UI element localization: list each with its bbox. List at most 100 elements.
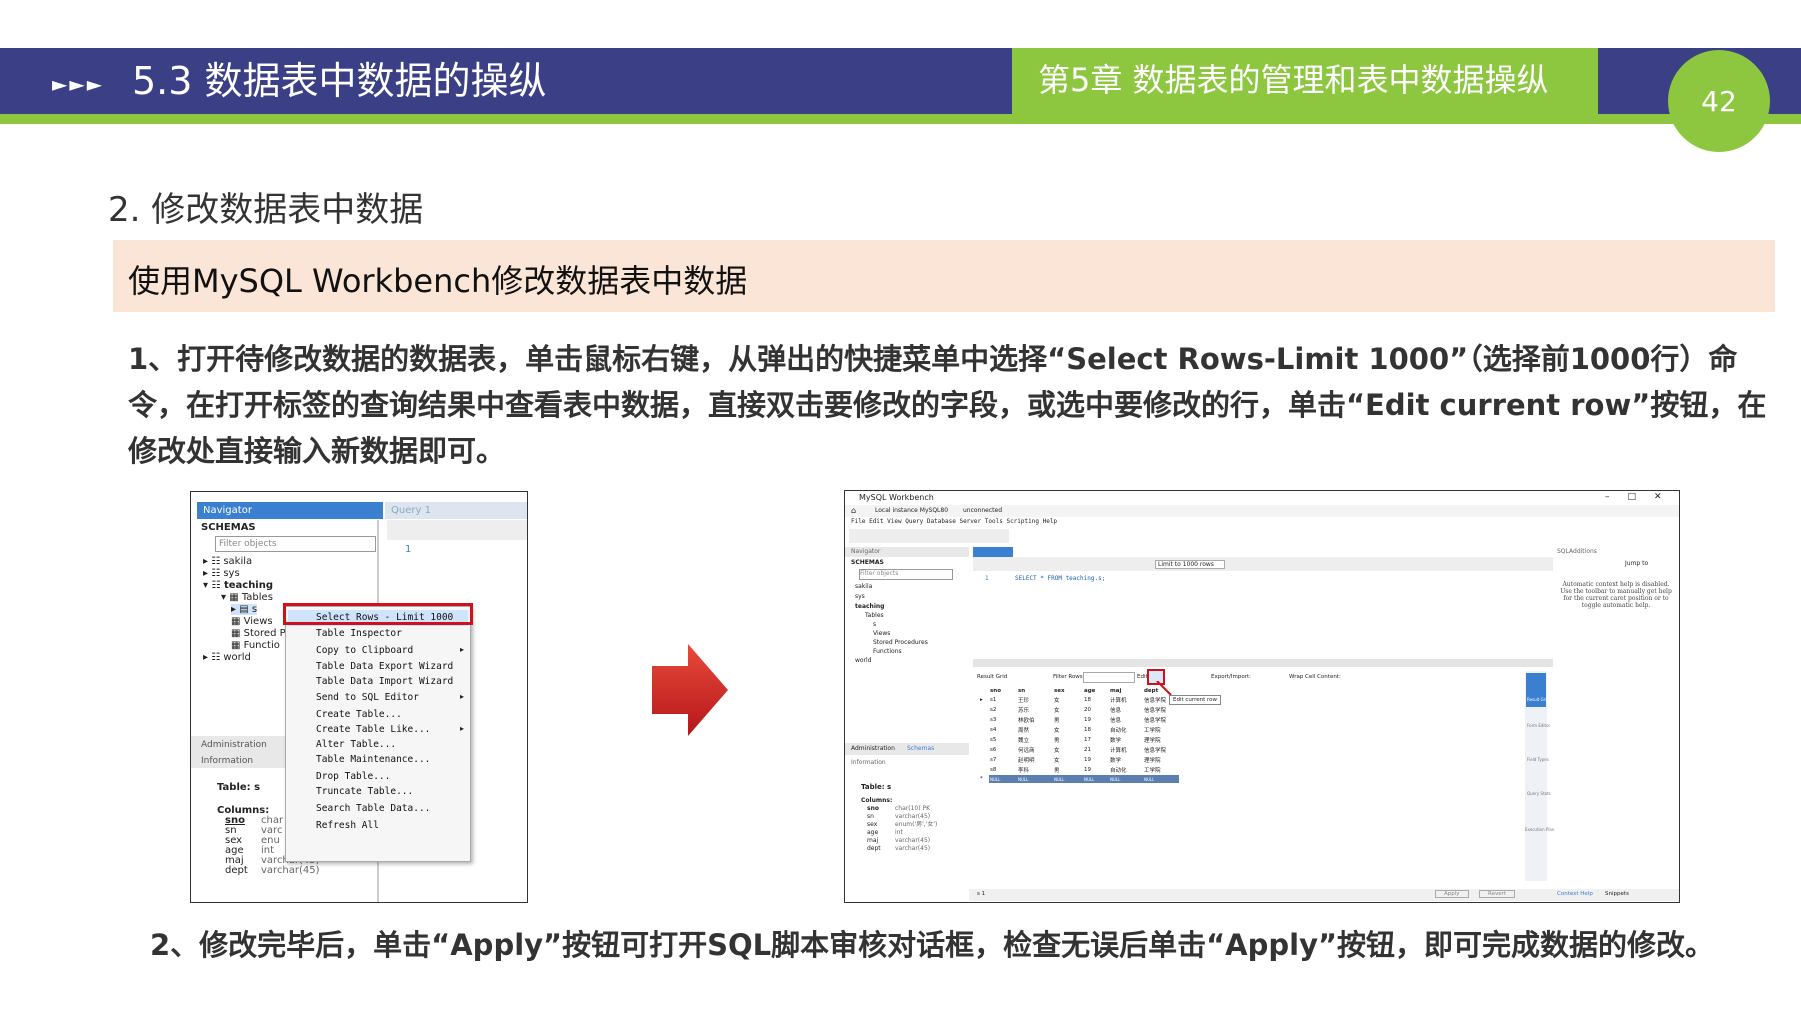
menu-item-copy-clipboard[interactable]: Copy to Clipboard (316, 645, 413, 656)
grid-cell[interactable]: 18 (1083, 725, 1109, 735)
tree-item-views[interactable]: Views (873, 630, 890, 637)
window-controls[interactable]: –□✕ (1605, 492, 1679, 502)
null-cell[interactable]: NULL (1083, 775, 1109, 783)
menu-item-create-table[interactable]: Create Table... (316, 709, 402, 720)
row-marker[interactable] (979, 725, 989, 735)
row-marker[interactable] (979, 755, 989, 765)
result-tab[interactable]: s 1 (977, 891, 985, 897)
grid-cell[interactable]: 数学 (1109, 755, 1143, 765)
menu-item-refresh-all[interactable]: Refresh All (316, 820, 379, 831)
grid-cell[interactable]: 工学院 (1143, 765, 1179, 775)
grid-cell[interactable]: 信息学院 (1143, 705, 1179, 715)
grid-cell[interactable]: 女 (1053, 705, 1083, 715)
grid-cell[interactable]: s1 (989, 695, 1017, 705)
side-tab-field-types[interactable]: Field Types (1527, 757, 1549, 762)
tree-item-world[interactable]: world (855, 657, 872, 664)
tree-item-sakila[interactable]: sakila (855, 583, 872, 590)
grid-cell[interactable]: 计算机 (1109, 745, 1143, 755)
grid-cell[interactable]: 女 (1053, 745, 1083, 755)
sql-text[interactable]: SELECT * FROM teaching.s; (1015, 575, 1105, 582)
grid-cell[interactable]: 理学院 (1143, 755, 1179, 765)
grid-cell[interactable]: 男 (1053, 715, 1083, 725)
apply-button[interactable]: Apply (1435, 890, 1469, 898)
table-row[interactable]: s6 何远商女 21 计算机 信息学院 (979, 745, 1179, 755)
grid-cell[interactable]: s5 (989, 735, 1017, 745)
grid-cell[interactable]: s3 (989, 715, 1017, 725)
grid-cell[interactable]: 信息学院 (1143, 695, 1179, 705)
menu-bar[interactable]: File Edit View Query Database Server Too… (851, 518, 1057, 525)
grid-cell[interactable]: 男 (1053, 735, 1083, 745)
menu-item-send-sql-editor[interactable]: Send to SQL Editor (316, 692, 419, 703)
tree-item-teaching[interactable]: ▾ ☷ teaching (203, 580, 273, 591)
tree-item-sys[interactable]: sys (855, 593, 865, 600)
tree-item-teaching[interactable]: teaching (855, 603, 884, 610)
row-marker[interactable] (979, 745, 989, 755)
grid-cell[interactable]: 17 (1083, 735, 1109, 745)
admin-tab[interactable]: Administration (201, 740, 267, 750)
grid-header-cell[interactable]: age (1083, 687, 1109, 695)
limit-rows-select[interactable]: Limit to 1000 rows (1155, 560, 1225, 569)
grid-cell[interactable]: 赵明明 (1017, 755, 1053, 765)
grid-header-cell[interactable]: maj (1109, 687, 1143, 695)
query-tab[interactable] (973, 547, 1013, 557)
tree-item-world[interactable]: ▸ ☷ world (203, 652, 251, 663)
table-row[interactable]: s2 苏乐女 20 信息 信息学院 (979, 705, 1179, 715)
grid-cell[interactable]: 自动化 (1109, 725, 1143, 735)
schemas-tab[interactable]: Schemas (907, 745, 934, 752)
table-row[interactable]: s7 赵明明女 19 数学 理学院 (979, 755, 1179, 765)
menu-item-search-table[interactable]: Search Table Data... (316, 803, 430, 814)
grid-header-cell[interactable]: sno (989, 687, 1017, 695)
side-tab-result-grid[interactable]: Result Grid (1526, 673, 1549, 707)
grid-cell[interactable]: 何远商 (1017, 745, 1053, 755)
side-tab-form-editor[interactable]: Form Editor (1527, 723, 1550, 728)
table-row[interactable]: ▸ s1 王珍女 18 计算机 信息学院 (979, 695, 1179, 705)
table-row[interactable]: s3 林欧伯男 19 信息 信息学院 (979, 715, 1179, 725)
null-cell[interactable]: NULL (1053, 775, 1083, 783)
grid-cell[interactable]: 20 (1083, 705, 1109, 715)
grid-cell[interactable]: 19 (1083, 765, 1109, 775)
tree-item-stored-procedures[interactable]: ▦ Stored P (231, 628, 286, 639)
grid-cell[interactable]: 19 (1083, 755, 1109, 765)
grid-cell[interactable]: 李科 (1017, 765, 1053, 775)
tree-item-tables[interactable]: Tables (865, 612, 884, 619)
grid-cell[interactable]: 计算机 (1109, 695, 1143, 705)
row-marker[interactable] (979, 765, 989, 775)
menu-item-table-maintenance[interactable]: Table Maintenance... (316, 754, 430, 765)
tree-item-s[interactable]: s (873, 621, 876, 628)
grid-cell[interactable]: s4 (989, 725, 1017, 735)
filter-input[interactable]: Filter objects (859, 569, 953, 580)
grid-cell[interactable]: 女 (1053, 725, 1083, 735)
null-cell[interactable]: NULL (1017, 775, 1053, 783)
grid-cell[interactable]: 周然 (1017, 725, 1053, 735)
grid-header-cell[interactable]: dept (1143, 687, 1179, 695)
revert-button[interactable]: Revert (1479, 890, 1516, 898)
tree-item-tables[interactable]: ▾ ▦ Tables (221, 592, 273, 603)
query-tab[interactable]: Query 1 (385, 502, 527, 519)
grid-cell[interactable]: 21 (1083, 745, 1109, 755)
menu-item-drop-table[interactable]: Drop Table... (316, 771, 390, 782)
grid-cell[interactable]: 工学院 (1143, 725, 1179, 735)
tree-item-functions[interactable]: Functions (873, 648, 902, 655)
unconnected-tab[interactable]: unconnected (963, 507, 1002, 514)
grid-cell[interactable]: 信息学院 (1143, 715, 1179, 725)
grid-cell[interactable]: 自动化 (1109, 765, 1143, 775)
grid-cell[interactable]: 信息 (1109, 705, 1143, 715)
menu-item-table-inspector[interactable]: Table Inspector (316, 628, 402, 639)
home-icon[interactable]: ⌂ (851, 506, 856, 515)
side-tab-execution-plan[interactable]: Execution Plan (1525, 827, 1554, 832)
row-marker[interactable] (979, 735, 989, 745)
tree-item-s[interactable]: ▸ ▤ s (231, 604, 258, 615)
grid-cell[interactable]: 王珍 (1017, 695, 1053, 705)
editor-scrollbar[interactable] (973, 659, 1553, 667)
grid-cell[interactable]: 信息学院 (1143, 745, 1179, 755)
tree-item-functions[interactable]: ▦ Functio (231, 640, 280, 651)
grid-cell[interactable]: 理学院 (1143, 735, 1179, 745)
grid-cell[interactable]: s7 (989, 755, 1017, 765)
grid-cell[interactable]: 女 (1053, 695, 1083, 705)
result-grid-label[interactable]: Result Grid (977, 674, 1007, 680)
grid-cell[interactable]: 数学 (1109, 735, 1143, 745)
tree-item-sakila[interactable]: ▸ ☷ sakila (203, 556, 252, 567)
table-row[interactable]: s5 魏立男 17 数学 理学院 (979, 735, 1179, 745)
row-marker[interactable]: ▸ (979, 695, 989, 705)
connection-tab[interactable]: Local instance MySQL80 (875, 507, 948, 514)
